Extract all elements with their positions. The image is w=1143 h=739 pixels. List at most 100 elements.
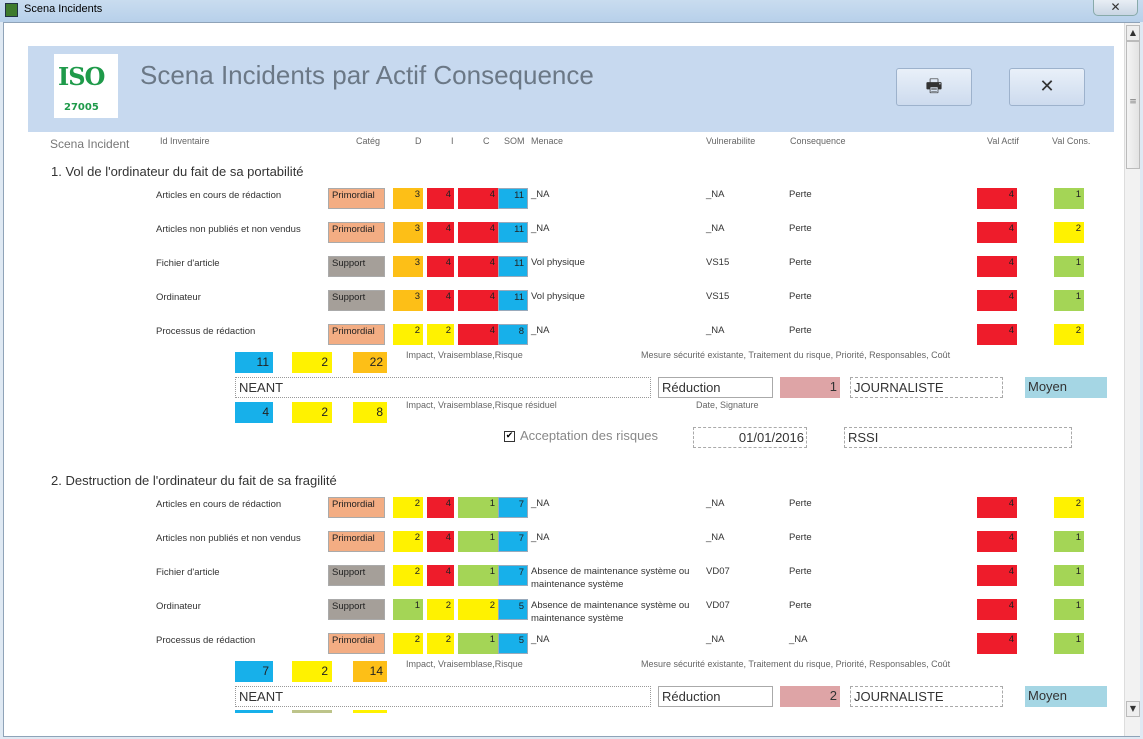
- vraisemblance-value: 2: [292, 661, 332, 682]
- asset-name: Articles non publiés et non vendus: [156, 224, 301, 235]
- asset-name: Ordinateur: [156, 601, 201, 612]
- asset-name: Fichier d'article: [156, 567, 220, 578]
- page-title: Scena Incidents par Actif Consequence: [140, 60, 594, 90]
- val-actif: 4: [977, 497, 1017, 518]
- consequence: Perte: [789, 498, 812, 509]
- value-d: 3: [393, 256, 423, 277]
- col-vuln: Vulnerabilite: [706, 136, 756, 146]
- category-badge: Primordial: [328, 633, 385, 654]
- consequence: Perte: [789, 291, 812, 302]
- asset-name: Processus de rédaction: [156, 635, 256, 646]
- value-c: 4: [458, 256, 498, 277]
- vulnerabilite: VS15: [706, 291, 730, 302]
- menace: Vol physique: [531, 291, 585, 302]
- app-icon: [5, 3, 18, 17]
- window-title: Scena Incidents: [24, 3, 103, 15]
- cout-field[interactable]: Moyen: [1025, 377, 1107, 398]
- value-d: 2: [393, 531, 423, 552]
- value-som: 5: [498, 599, 528, 620]
- value-i: 4: [427, 497, 454, 518]
- form-header: ISO 27005 Scena Incidents par Actif Cons…: [28, 46, 1114, 132]
- scroll-down-button[interactable]: ▼: [1126, 701, 1140, 717]
- vulnerabilite: _NA: [706, 189, 725, 200]
- signature-field[interactable]: RSSI: [844, 427, 1072, 448]
- responsable-field[interactable]: JOURNALISTE: [850, 686, 1003, 707]
- scroll-thumb[interactable]: ≡: [1126, 41, 1140, 169]
- close-form-button[interactable]: ✕: [1009, 68, 1085, 106]
- vulnerabilite: VS15: [706, 257, 730, 268]
- mesure-label: Mesure sécurité existante, Traitement du…: [641, 350, 951, 360]
- consequence: Perte: [789, 566, 812, 577]
- val-cons: 1: [1054, 565, 1084, 586]
- menace: _NA: [531, 498, 550, 509]
- impact-value: 11: [235, 352, 273, 373]
- value-i: 2: [427, 599, 454, 620]
- val-cons: 2: [1054, 222, 1084, 243]
- asset-name: Fichier d'article: [156, 258, 220, 269]
- menace: _NA: [531, 189, 550, 200]
- asset-name: Processus de rédaction: [156, 326, 256, 337]
- impact-value: 7: [235, 661, 273, 682]
- value-som: 11: [498, 222, 528, 243]
- val-cons: 2: [1054, 497, 1084, 518]
- value-som: 7: [498, 497, 528, 518]
- value-c: 1: [458, 531, 498, 552]
- value-i: 4: [427, 188, 454, 209]
- menace: _NA: [531, 532, 550, 543]
- vulnerabilite: _NA: [706, 634, 725, 645]
- col-scena: Scena Incident: [50, 137, 130, 151]
- val-cons: 2: [1054, 324, 1084, 345]
- value-c: 1: [458, 497, 498, 518]
- priorite-field[interactable]: 2: [780, 686, 840, 707]
- col-i: I: [451, 136, 454, 146]
- print-button[interactable]: 🖶: [896, 68, 972, 106]
- value-som: 11: [498, 290, 528, 311]
- value-c: 1: [458, 565, 498, 586]
- vulnerabilite: _NA: [706, 498, 725, 509]
- scenario-title: 1. Vol de l'ordinateur du fait de sa por…: [51, 164, 304, 179]
- impact-residuel-partial: [235, 710, 273, 713]
- value-c: 2: [458, 599, 498, 620]
- date-field[interactable]: 01/01/2016: [693, 427, 807, 448]
- category-badge: Support: [328, 599, 385, 620]
- category-badge: Primordial: [328, 188, 385, 209]
- menace: Absence de maintenance système ou mainte…: [531, 566, 690, 590]
- val-actif: 4: [977, 256, 1017, 277]
- mesure-field[interactable]: NEANT: [235, 377, 651, 398]
- traitement-field[interactable]: Réduction: [658, 377, 773, 398]
- traitement-field[interactable]: Réduction: [658, 686, 773, 707]
- category-badge: Primordial: [328, 531, 385, 552]
- value-som: 8: [498, 324, 528, 345]
- risque-value: 14: [353, 661, 387, 682]
- val-actif: 4: [977, 222, 1017, 243]
- vulnerabilite: VD07: [706, 600, 730, 611]
- category-badge: Support: [328, 256, 385, 277]
- window-close-button[interactable]: ✕: [1093, 0, 1138, 16]
- vertical-scrollbar[interactable]: ▲ ≡ ▼: [1124, 23, 1140, 736]
- menace: _NA: [531, 325, 550, 336]
- value-c: 4: [458, 290, 498, 311]
- responsable-field[interactable]: JOURNALISTE: [850, 377, 1003, 398]
- close-icon: ✕: [1039, 76, 1055, 97]
- category-badge: Primordial: [328, 497, 385, 518]
- consequence: Perte: [789, 223, 812, 234]
- value-i: 4: [427, 565, 454, 586]
- vulnerabilite: _NA: [706, 325, 725, 336]
- impact-label: Impact, Vraisemblase,Risque: [406, 350, 523, 360]
- val-actif: 4: [977, 599, 1017, 620]
- consequence: Perte: [789, 532, 812, 543]
- scroll-up-button[interactable]: ▲: [1126, 25, 1140, 41]
- priorite-field[interactable]: 1: [780, 377, 840, 398]
- mesure-field[interactable]: NEANT: [235, 686, 651, 707]
- value-d: 3: [393, 188, 423, 209]
- cout-field[interactable]: Moyen: [1025, 686, 1107, 707]
- val-actif: 4: [977, 188, 1017, 209]
- consequence: _NA: [789, 634, 808, 645]
- acceptation-checkbox[interactable]: ✔: [504, 431, 515, 442]
- val-cons: 1: [1054, 188, 1084, 209]
- value-d: 2: [393, 565, 423, 586]
- val-actif: 4: [977, 633, 1017, 654]
- val-cons: 1: [1054, 290, 1084, 311]
- vulnerabilite: _NA: [706, 223, 725, 234]
- col-d: D: [415, 136, 422, 146]
